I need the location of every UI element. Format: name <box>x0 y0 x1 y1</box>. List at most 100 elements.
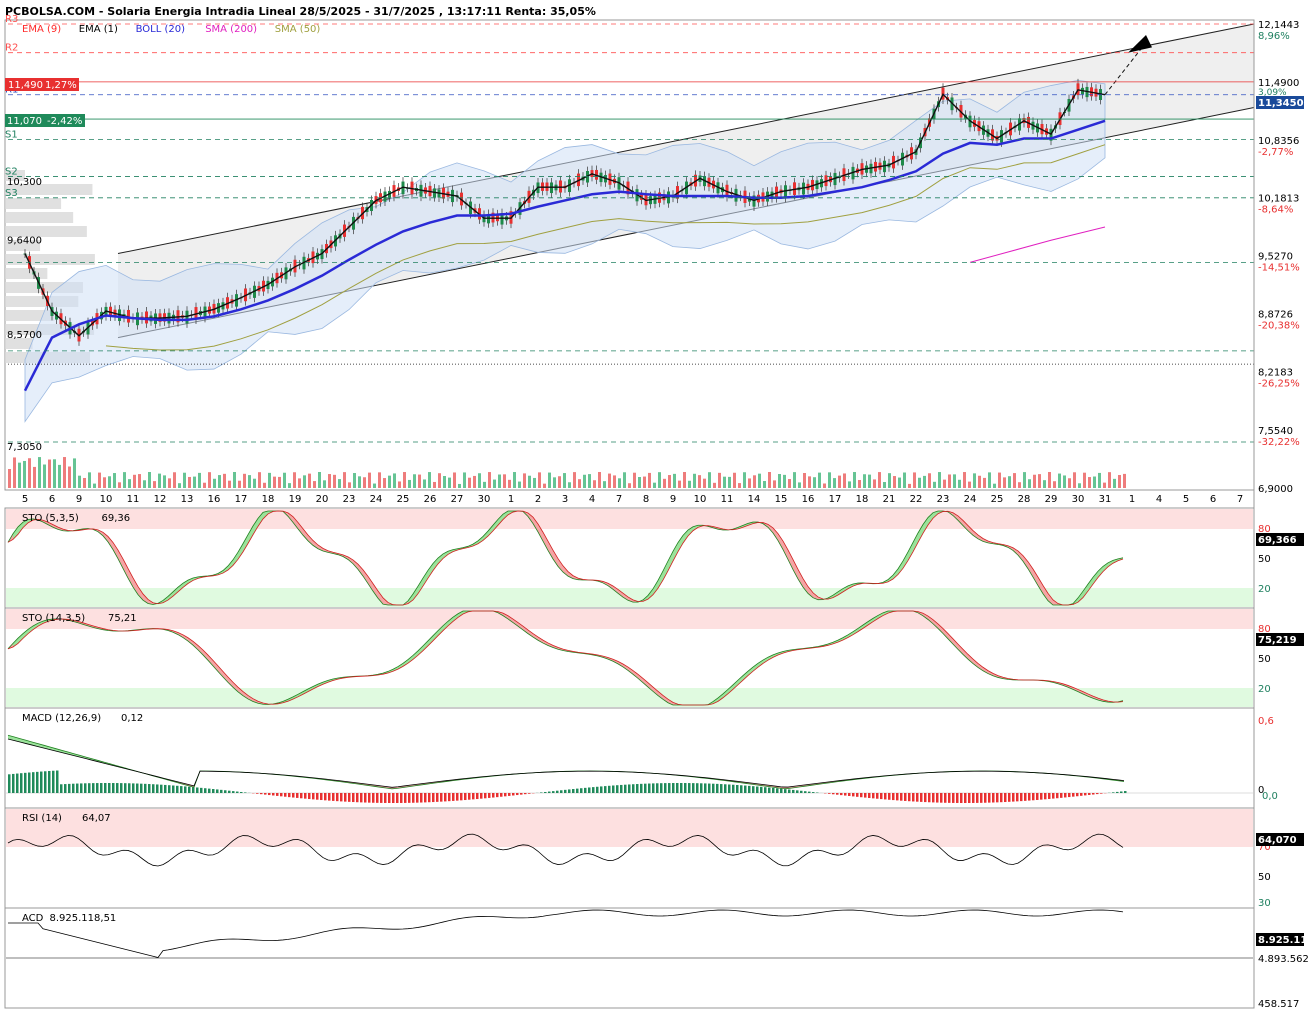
volume-bar <box>633 472 636 488</box>
macd-histogram-bar <box>896 793 899 801</box>
volume-bar <box>703 478 706 488</box>
macd-histogram-bar <box>472 793 475 800</box>
volume-bar <box>898 477 901 488</box>
macd-histogram-bar <box>460 793 463 801</box>
volume-bar <box>988 472 991 488</box>
volume-bar <box>873 479 876 488</box>
macd-histogram-bar <box>968 793 971 803</box>
date-axis-tick: 1 <box>1129 494 1135 505</box>
macd-histogram-bar <box>332 793 335 801</box>
macd-histogram-bar <box>520 793 523 795</box>
panel-tick: 20 <box>1258 684 1271 695</box>
volume-bar <box>668 475 671 488</box>
volume-bar <box>1008 476 1011 488</box>
volume-bar <box>1013 473 1016 488</box>
volume-bar <box>303 475 306 488</box>
macd-histogram-bar <box>352 793 355 803</box>
price-axis-pct: -2,77% <box>1258 147 1293 158</box>
macd-histogram-bar <box>860 793 863 798</box>
volume-bar <box>593 480 596 488</box>
volume-bar <box>933 481 936 488</box>
oversold-zone <box>6 688 1253 707</box>
macd-histogram-bar <box>180 786 183 793</box>
macd-histogram-bar <box>700 783 703 793</box>
volume-bar <box>943 479 946 488</box>
macd-histogram-bar <box>840 793 843 796</box>
volume-bar <box>173 472 176 488</box>
volume-bar <box>18 462 21 488</box>
date-axis-tick: 30 <box>1072 494 1085 505</box>
volume-bar <box>883 482 886 488</box>
macd-histogram-bar <box>560 790 563 793</box>
volume-bar <box>813 477 816 488</box>
date-axis-tick: 4 <box>589 494 595 505</box>
macd-histogram-bar <box>188 786 191 793</box>
volume-bar <box>273 476 276 488</box>
macd-histogram-bar <box>488 793 491 798</box>
volume-bar <box>288 483 291 488</box>
volume-bar <box>838 475 841 488</box>
volume-bar <box>748 478 751 488</box>
volume-bar <box>568 482 571 488</box>
price-axis-tick: 9,5270 <box>1258 252 1293 263</box>
macd-histogram-bar <box>304 793 307 799</box>
macd-histogram-bar <box>1000 793 1003 803</box>
macd-histogram-bar <box>128 783 131 793</box>
price-axis-pct: -8,64% <box>1258 205 1293 216</box>
volume-bar <box>118 482 121 488</box>
macd-histogram-bar <box>380 793 383 803</box>
macd-histogram-bar <box>196 787 199 793</box>
macd-histogram-bar <box>636 784 639 793</box>
macd-histogram-bar <box>1036 793 1039 800</box>
macd-histogram-bar <box>24 772 27 793</box>
macd-histogram-bar <box>884 793 887 800</box>
macd-histogram-bar <box>524 793 527 795</box>
macd-histogram-bar <box>996 793 999 803</box>
volume-bar <box>83 477 86 488</box>
volume-bar <box>148 472 151 488</box>
macd-histogram-bar <box>508 793 511 796</box>
volume-bar <box>1098 472 1101 488</box>
macd-histogram-bar <box>1012 793 1015 802</box>
date-axis-tick: 16 <box>208 494 221 505</box>
volume-bar <box>138 474 141 488</box>
macd-histogram-bar <box>8 774 11 793</box>
macd-histogram-bar <box>784 789 787 793</box>
volume-bar <box>428 472 431 488</box>
volume-bar <box>458 483 461 488</box>
volume-bar <box>978 475 981 488</box>
volume-bar <box>613 475 616 488</box>
macd-histogram-bar <box>1056 793 1059 799</box>
volume-bar <box>153 481 156 488</box>
macd-histogram-bar <box>1116 791 1119 793</box>
volume-bar <box>913 472 916 488</box>
volume-bar <box>1028 479 1031 488</box>
macd-histogram-bar <box>936 793 939 803</box>
volume-bar <box>233 472 236 488</box>
macd-histogram-bar <box>712 783 715 793</box>
date-axis-tick: 10 <box>694 494 707 505</box>
volume-bar <box>788 479 791 488</box>
macd-histogram-bar <box>1100 793 1103 794</box>
macd-histogram-bar <box>736 784 739 793</box>
macd-histogram-bar <box>556 790 559 793</box>
macd-histogram-bar <box>1080 793 1083 796</box>
macd-histogram-bar <box>236 791 239 793</box>
volume-bar <box>708 472 711 488</box>
macd-histogram-bar <box>812 792 815 793</box>
volume-bar <box>93 483 96 488</box>
pivot-level-label: S3 <box>5 188 18 199</box>
macd-histogram-bar <box>516 793 519 796</box>
volume-bar <box>368 472 371 488</box>
price-axis-tick: 8,8726 <box>1258 309 1293 320</box>
macd-histogram-bar <box>568 789 571 793</box>
macd-histogram-bar <box>892 793 895 801</box>
macd-histogram-bar <box>916 793 919 802</box>
macd-histogram-bar <box>424 793 427 803</box>
date-axis-tick: 7 <box>1237 494 1243 505</box>
macd-histogram-bar <box>324 793 327 801</box>
volume-bar <box>68 466 71 488</box>
macd-histogram-bar <box>176 785 179 793</box>
volume-bar <box>878 472 881 488</box>
volume-bar <box>253 478 256 488</box>
